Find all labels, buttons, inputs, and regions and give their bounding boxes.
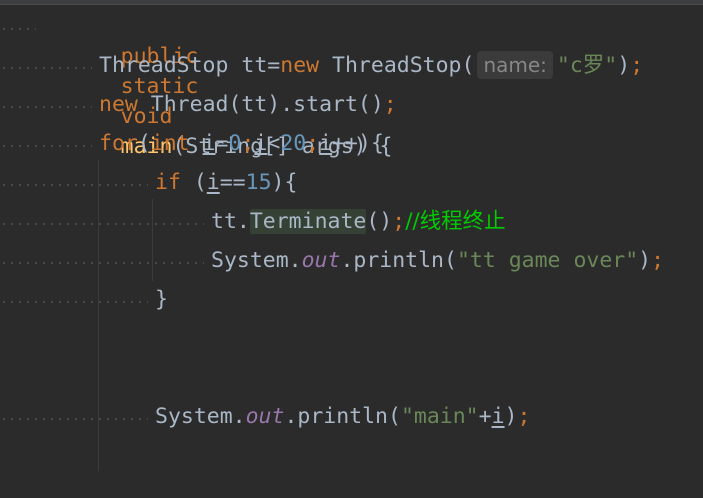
close-paren: ): [504, 404, 518, 429]
close-paren: ): [638, 248, 652, 273]
indent-dots: [0, 106, 92, 108]
assign-operator: =: [267, 53, 281, 78]
code-line-8[interactable]: }: [0, 281, 703, 320]
semicolon: ;: [517, 404, 531, 429]
open-paren: (: [180, 170, 207, 195]
static-field: out: [301, 248, 341, 273]
indent-dots: [0, 67, 92, 69]
semicolon: ;: [241, 131, 255, 156]
code-line-10[interactable]: [0, 359, 703, 398]
highlighted-method[interactable]: Terminate: [249, 209, 367, 234]
indent-dots: [0, 301, 148, 303]
semicolon: ;: [651, 248, 665, 273]
code-line-11[interactable]: System.out.println("main"+i);: [0, 398, 703, 437]
code-line-2[interactable]: ThreadStop tt=new ThreadStop(name: "c罗");: [0, 47, 703, 86]
constructor-call: ThreadStop(: [332, 53, 475, 78]
close-paren-brace: ){: [271, 170, 298, 195]
indent-dots: [0, 184, 148, 186]
code-line-9[interactable]: [0, 320, 703, 359]
semicolon: ;: [383, 92, 397, 117]
editor-top-border: [0, 0, 703, 5]
closing-brace: }: [155, 287, 168, 312]
code-line-3[interactable]: new Thread(tt).start();: [0, 86, 703, 125]
semicolon: ;: [392, 209, 406, 234]
type-name: ThreadStop: [99, 53, 229, 78]
indent-dots: [0, 28, 36, 30]
keyword-new: new: [99, 92, 138, 117]
close-paren: ): [617, 53, 631, 78]
semicolon: ;: [630, 53, 644, 78]
thread-start-call: Thread(tt).start(): [150, 92, 384, 117]
variable-name: tt: [241, 53, 268, 78]
assign-operator: =: [215, 131, 229, 156]
number-literal: 15: [245, 170, 272, 195]
equals-operator: ==: [219, 170, 246, 195]
keyword-for: for: [99, 131, 138, 156]
loop-variable: i: [319, 131, 333, 156]
indent-dots: [0, 145, 92, 147]
keyword-int: int: [150, 131, 190, 156]
number-literal: 20: [280, 131, 307, 156]
code-line-5[interactable]: if (i==15){: [0, 164, 703, 203]
plus-operator: +: [478, 404, 492, 429]
code-editor[interactable]: public static void main(String[] args) {…: [0, 0, 703, 471]
string-literal: "tt game over": [456, 248, 639, 273]
code-line-1[interactable]: public static void main(String[] args) {: [0, 8, 703, 159]
loop-variable: i: [202, 131, 216, 156]
object-ref: tt.: [211, 209, 250, 234]
system-class: System.: [155, 404, 246, 429]
increment-operator: ++){: [332, 131, 384, 156]
system-class: System.: [211, 248, 302, 273]
semicolon: ;: [306, 131, 320, 156]
println-call: .println(: [284, 404, 401, 429]
parameter-hint: name:: [477, 51, 553, 79]
indent-dots: [0, 223, 204, 225]
call-parens: (): [366, 209, 393, 234]
keyword-new: new: [280, 53, 320, 78]
code-line-4[interactable]: for(int i=0;i<20;i++){: [0, 125, 703, 164]
number-literal: 0: [228, 131, 242, 156]
less-than-operator: <: [267, 131, 281, 156]
string-literal: "main": [400, 404, 479, 429]
code-line-7[interactable]: System.out.println("tt game over");: [0, 242, 703, 281]
indent-dots: [0, 418, 148, 420]
open-paren: (: [137, 131, 151, 156]
indent-dots: [0, 262, 204, 264]
loop-variable: i: [254, 131, 268, 156]
loop-variable: i: [491, 404, 505, 429]
string-literal: "c罗": [556, 53, 618, 78]
static-field: out: [245, 404, 285, 429]
line-comment: //线程终止: [405, 209, 506, 234]
code-line-6[interactable]: tt.Terminate();//线程终止: [0, 203, 703, 242]
keyword-if: if: [155, 170, 181, 195]
println-call: .println(: [340, 248, 457, 273]
loop-variable: i: [206, 170, 220, 195]
